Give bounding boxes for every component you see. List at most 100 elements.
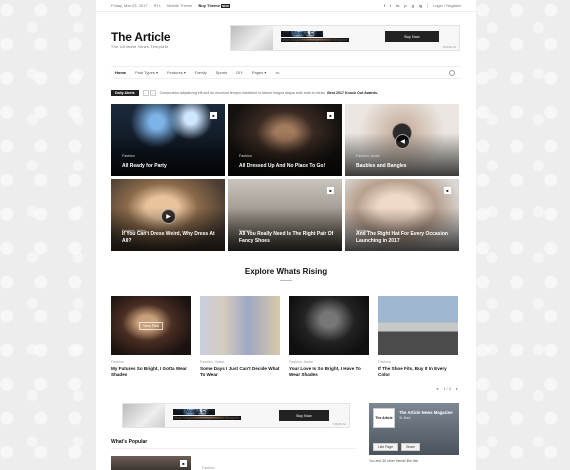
card-title[interactable]: If The Shoe Fits, Buy It In Every Color [378,366,458,378]
bookmark-icon[interactable]: ■ [210,112,217,119]
prev-arrow-icon[interactable]: ◂ [436,386,438,391]
card-category[interactable]: Fashion, Audio [289,360,369,364]
card-title[interactable]: Your Love Is So Bright, I Have To Wear S… [289,366,369,378]
list-item[interactable]: Fashion If The Shoe Fits, Buy It In Ever… [378,296,458,378]
google-icon[interactable]: g [412,3,414,8]
list-item[interactable]: ▶ Fashion, Video Some Days I Just Can't … [200,296,280,378]
ad-subtitle: News Magazine & Blog Website Template. [173,416,241,420]
ticker-highlight[interactable]: Best 2017 Knock Out Awards. [327,91,378,95]
search-icon[interactable] [449,69,455,76]
tile-title[interactable]: Baubles and Bangles [356,163,451,170]
card-category[interactable]: Fashion [111,360,191,364]
tile-category[interactable]: Fashion [122,154,135,158]
tile-title[interactable]: All Ready for Party [122,163,217,170]
tile-category[interactable]: Fashion [239,154,252,158]
ad-subtitle: News Magazine & Blog Website Template. [281,38,349,42]
bookmark-icon[interactable]: ■ [327,187,334,194]
buy-theme-link[interactable]: Buy Theme NEW [198,3,230,8]
card-title[interactable]: My Futures So Bright, I Gotta Wear Shade… [111,366,191,378]
ticker-next-icon[interactable]: › [149,90,156,96]
page-indicator: 1 / 3 [443,386,451,391]
nav-home[interactable]: Home [115,70,126,75]
nav-diy[interactable]: DIY [236,70,243,75]
list-item[interactable]: View Post Fashion My Futures So Bright, … [111,296,191,378]
explore-cards: View Post Fashion My Futures So Bright, … [111,296,461,378]
nav-post-types[interactable]: Post Types ▾ [135,70,158,75]
ad-image [123,404,165,427]
card-category[interactable]: Fashion, Video [200,360,280,364]
featured-tile[interactable]: ■ Fashion All You Really Need Is The Rig… [228,179,342,251]
nav-family[interactable]: Family [195,70,207,75]
nav-more[interactable]: ••• [275,70,279,75]
bookmark-icon[interactable]: ■ [444,187,451,194]
tile-title[interactable]: All You Really Need Is The Right Pair Of… [239,231,334,244]
section-title: Explore Whats Rising [244,267,328,276]
instagram-icon[interactable]: ig [419,3,422,8]
new-badge: NEW [220,4,230,8]
tile-title[interactable]: And The Right Hat For Every Occasion Lau… [356,231,451,244]
nav-features[interactable]: Features ▾ [167,70,186,75]
ad-buy-button[interactable]: Buy Now [385,31,439,42]
facebook-widget[interactable]: The Article The Article News Magazine 31… [369,403,459,455]
login-register-link[interactable]: Login / Register [433,3,461,8]
twitter-icon[interactable]: t [390,3,391,8]
card-image[interactable]: ◀ [289,296,369,355]
nav-pages[interactable]: Pages ▾ [252,70,266,75]
facebook-icon[interactable]: f [384,3,385,8]
featured-tile[interactable]: ▶ Fashion, Video If You Can't Dress Weir… [111,179,225,251]
featured-tile[interactable]: ◀ Fashion, Audio Baubles and Bangles [345,104,459,176]
pinterest-icon[interactable]: p [404,3,406,8]
featured-tile[interactable]: ■ Fashion And The Right Hat For Every Oc… [345,179,459,251]
card-image[interactable] [378,296,458,355]
ad-image [231,26,273,50]
tile-title[interactable]: All Dressed Up And No Place To Go! [239,163,334,170]
featured-grid: ■ Fashion All Ready for Party ■ Fashion … [111,104,459,251]
tile-title[interactable]: If You Can't Dress Weird, Why Dress At A… [122,231,217,244]
popular-title: What's Popular [111,439,148,445]
top-bar: Friday, Mar 03, 2017 RTL Mobile Theme Bu… [96,0,476,12]
fb-likes: 31 likes [399,416,411,420]
nav-sports[interactable]: Sports [216,70,228,75]
card-image[interactable]: ▶ [200,296,280,355]
ad-buy-button[interactable]: Buy Now [279,410,329,421]
popular-category[interactable]: Fashion [202,466,215,470]
fb-friends-text: You and 36 other friends like this [369,459,419,463]
ad-size-label: 320x90 Ad [442,45,456,49]
share-button[interactable]: Share [401,443,421,451]
section-divider [280,280,292,281]
main-nav: Home Post Types ▾ Features ▾ Family Spor… [111,66,461,79]
section-divider [111,448,356,449]
ticker-text[interactable]: Consectetur adipisicing elit sed do eius… [160,91,326,95]
card-category[interactable]: Fashion [378,360,458,364]
logo-name: The Article [111,30,171,44]
carousel-pager: ◂ 1 / 3 ▸ [436,386,458,391]
fb-page-name[interactable]: The Article News Magazine [399,410,453,415]
divider [426,3,428,8]
card-title[interactable]: Some Days I Just Can't Decide What To We… [200,366,280,378]
linkedin-icon[interactable]: in [396,3,399,8]
site-logo[interactable]: The Article The Ultimate News Template [111,30,171,49]
mobile-theme-link[interactable]: Mobile Theme [167,3,192,8]
ad-title: Best Now & Ever! [173,409,215,415]
rtl-link[interactable]: RTL [154,3,161,8]
view-post-button[interactable]: View Post [139,321,163,330]
next-arrow-icon[interactable]: ▸ [456,386,458,391]
avatar[interactable]: The Article [373,408,395,428]
like-page-button[interactable]: Like Page [373,443,399,451]
popular-image[interactable]: ■ [111,456,191,470]
card-image[interactable]: View Post [111,296,191,355]
page: Friday, Mar 03, 2017 RTL Mobile Theme Bu… [96,0,476,470]
top-ad-banner[interactable]: Best Now & Ever! News Magazine & Blog We… [230,25,460,51]
date-label: Friday, Mar 03, 2017 [111,3,148,8]
bookmark-icon[interactable]: ■ [327,112,334,119]
featured-tile[interactable]: ■ Fashion All Ready for Party [111,104,225,176]
ticker-label: Daily Alerts [111,90,139,96]
bottom-ad-banner[interactable]: Best Now & Ever! News Magazine & Blog We… [122,403,350,428]
featured-tile[interactable]: ■ Fashion All Dressed Up And No Place To… [228,104,342,176]
list-item[interactable]: ◀ Fashion, Audio Your Love Is So Bright,… [289,296,369,378]
logo-tagline: The Ultimate News Template [111,45,169,49]
bookmark-icon[interactable]: ■ [180,460,187,467]
ticker-prev-icon[interactable]: ‹ [142,90,149,96]
tile-category[interactable]: Fashion, Audio [356,154,380,158]
ad-size-label: 728x90 Ad [332,422,346,426]
